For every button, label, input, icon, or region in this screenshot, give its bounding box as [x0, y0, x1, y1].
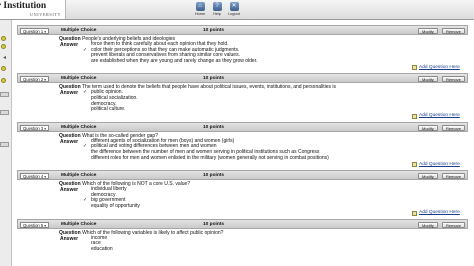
remove-button[interactable]: Remove [442, 28, 465, 34]
answer-list: Answer individual liberty democracy ✓ big… [17, 187, 468, 209]
remove-button[interactable]: Remove [442, 173, 465, 180]
home-icon: ⌂ [195, 2, 205, 11]
panel-indicator-icon[interactable] [1, 78, 6, 83]
question-type: Multiple Choice [61, 173, 97, 179]
answer-list: Answer force them to think carefully abo… [17, 41, 468, 64]
question-header: Question 1▾ Multiple Choice 10 points Mo… [17, 25, 468, 35]
question-number-select[interactable]: Question 3▾ [20, 124, 49, 131]
question-type: Multiple Choice [61, 76, 97, 82]
add-question-row: Add Question Here [17, 210, 468, 217]
remove-button[interactable]: Remove [442, 221, 465, 228]
question-body: Question People's underlying beliefs and… [17, 36, 468, 64]
question-block: Question 2▾ Multiple Choice 10 points Mo… [17, 73, 468, 119]
panel-indicator-icon[interactable] [1, 66, 6, 71]
question-body: Question What is the so-called gender ga… [17, 133, 468, 161]
question-type: Multiple Choice [61, 124, 97, 130]
question-block: Question 3▾ Multiple Choice 10 points Mo… [17, 121, 468, 168]
answer-item: education [91, 245, 113, 252]
add-question-link[interactable]: Add Question Here [419, 113, 460, 118]
help-icon: ? [212, 2, 222, 11]
collapse-arrow-icon[interactable]: ◂ [3, 54, 6, 61]
chevron-down-icon: ▾ [44, 126, 46, 131]
top-bar: r Institution UNIVERSITY ⌂ Home ? Help ✕… [0, 0, 474, 20]
question-block: Question 4▾ Multiple Choice 10 points Mo… [17, 170, 468, 216]
question-header: Question 4▾ Multiple Choice 10 points Mo… [17, 170, 468, 181]
add-question-icon[interactable] [412, 162, 417, 168]
logout-button[interactable]: ✕ Logout [228, 2, 240, 16]
institution-logo: r Institution UNIVERSITY [0, 0, 66, 19]
logout-label: Logout [228, 12, 240, 16]
panel-button[interactable] [0, 92, 9, 97]
add-question-link[interactable]: Add Question Here [419, 162, 460, 167]
modify-button[interactable]: Modify [418, 76, 438, 83]
chevron-down-icon: ▾ [44, 30, 46, 34]
question-number-select[interactable]: Question 2▾ [20, 76, 49, 83]
panel-button[interactable] [0, 110, 9, 115]
question-header: Question 2▾ Multiple Choice 10 points Mo… [17, 73, 468, 84]
question-block: Question 5▾ Multiple Choice 10 points Mo… [17, 218, 468, 253]
chevron-down-icon: ▾ [44, 223, 46, 228]
logo-title: r Institution [0, 1, 47, 11]
modify-button[interactable]: Modify [418, 28, 438, 34]
question-points: 10 points [203, 124, 225, 130]
help-button[interactable]: ? Help [211, 2, 223, 16]
add-question-row: Add Question Here [17, 161, 468, 168]
question-type: Multiple Choice [61, 221, 97, 227]
question-body: Question Which of the following is NOT a… [17, 181, 468, 209]
question-block: Question 1▾ Multiple Choice 10 points Mo… [17, 25, 468, 71]
panel-indicator-icon[interactable] [1, 44, 6, 49]
top-navigation: ⌂ Home ? Help ✕ Logout [194, 2, 240, 16]
question-points: 10 points [203, 221, 225, 227]
remove-button[interactable]: Remove [442, 76, 465, 83]
add-question-icon[interactable] [412, 65, 417, 71]
left-panel: ◂ [0, 20, 12, 266]
answer-list: Answer different agents of socialization… [17, 138, 468, 161]
question-type: Multiple Choice [61, 28, 97, 33]
question-body: Question The term used to denote the bel… [17, 84, 468, 112]
add-question-link[interactable]: Add Question Here [419, 210, 460, 215]
question-number-select[interactable]: Question 4▾ [20, 173, 49, 180]
question-header: Question 5▾ Multiple Choice 10 points Mo… [17, 218, 468, 229]
modify-button[interactable]: Modify [418, 173, 438, 180]
question-number-select[interactable]: Question 1▾ [20, 28, 49, 34]
question-points: 10 points [203, 28, 225, 33]
question-body: Question Which of the following variable… [17, 230, 468, 253]
add-question-icon[interactable] [412, 210, 417, 216]
modify-button[interactable]: Modify [418, 124, 438, 131]
answer-list: Answer ✓ public opinion. political social… [17, 90, 468, 112]
question-points: 10 points [203, 173, 225, 179]
panel-button[interactable] [0, 142, 9, 147]
modify-button[interactable]: Modify [418, 221, 438, 228]
question-header: Question 3▾ Multiple Choice 10 points Mo… [17, 121, 468, 132]
answer-list: Answer income race education [17, 235, 468, 253]
add-question-row: Add Question Here [17, 64, 468, 71]
question-points: 10 points [203, 76, 225, 82]
logout-icon: ✕ [229, 2, 239, 11]
add-question-icon[interactable] [412, 113, 417, 119]
panel-indicator-icon[interactable] [1, 36, 6, 41]
add-question-row: Add Question Here [17, 113, 468, 120]
question-number-select[interactable]: Question 5▾ [20, 221, 49, 228]
question-list: Question 1▾ Multiple Choice 10 points Mo… [17, 25, 468, 254]
home-label: Home [194, 12, 206, 16]
add-question-link[interactable]: Add Question Here [419, 65, 460, 70]
logo-subtitle: UNIVERSITY [30, 12, 62, 17]
home-button[interactable]: ⌂ Home [194, 2, 206, 16]
chevron-down-icon: ▾ [44, 78, 46, 83]
chevron-down-icon: ▾ [44, 175, 46, 180]
help-label: Help [213, 12, 221, 16]
remove-button[interactable]: Remove [442, 124, 465, 131]
